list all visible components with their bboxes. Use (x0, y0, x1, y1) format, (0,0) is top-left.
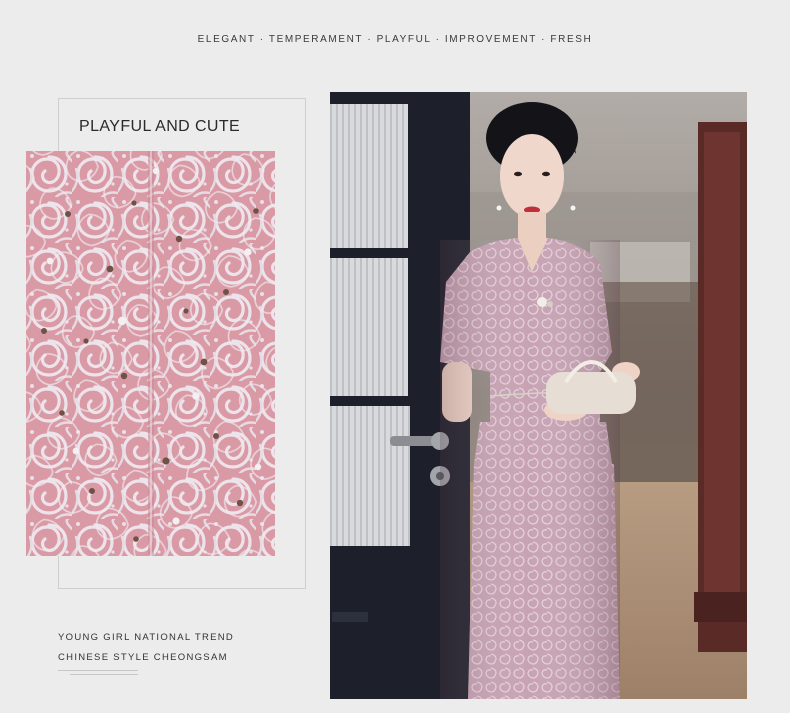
caption-line-2: CHINESE STYLE CHEONGSAM (58, 652, 228, 663)
detail-heading: PLAYFUL AND CUTE (79, 118, 241, 135)
header-tagline: ELEGANT · TEMPERAMENT · PLAYFUL · IMPROV… (197, 34, 593, 45)
caption-divider (58, 670, 138, 671)
lace-detail-image (26, 151, 275, 556)
model-photo (330, 92, 747, 699)
caption-divider-short (70, 674, 138, 675)
caption-line-1: YOUNG GIRL NATIONAL TREND (58, 632, 235, 643)
